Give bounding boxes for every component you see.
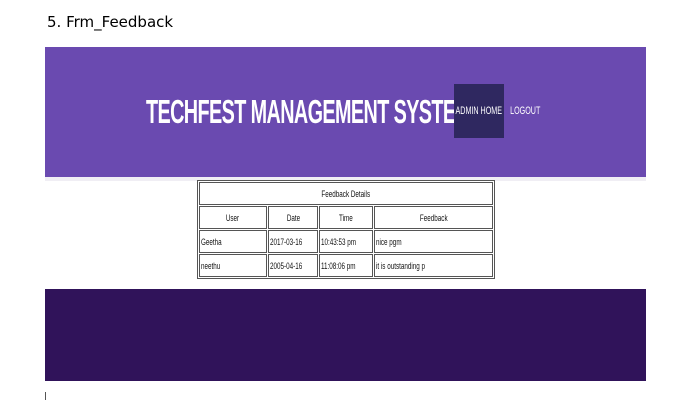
column-header-time-text: Time — [339, 212, 353, 223]
table-row: Geetha 2017-03-16 10:43:53 pm nice pgm — [199, 230, 493, 253]
feedback-table: Feedback Details User Date Time Feedback… — [197, 180, 495, 279]
cell-time-text: 10:43:53 pm — [321, 236, 357, 247]
cell-feedback: it is outstanding p — [374, 254, 493, 277]
table-row: neethu 2005-04-16 11:08:06 pm it is outs… — [199, 254, 493, 277]
column-header-time: Time — [319, 206, 374, 229]
table-header-row: User Date Time Feedback — [199, 206, 493, 229]
logout-link[interactable]: LOGOUT — [509, 84, 541, 138]
column-header-date: Date — [268, 206, 319, 229]
column-header-date-text: Date — [286, 212, 300, 223]
table-caption: Feedback Details — [199, 182, 493, 205]
cell-user: Geetha — [199, 230, 267, 253]
site-header: TECHFEST MANAGEMENT SYSTEM ADMIN HOME LO… — [45, 47, 646, 177]
cell-time: 10:43:53 pm — [319, 230, 374, 253]
cell-feedback-text: nice pgm — [376, 236, 402, 247]
cell-date: 2017-03-16 — [268, 230, 319, 253]
column-header-user: User — [199, 206, 267, 229]
admin-home-label: ADMIN HOME — [455, 105, 503, 117]
table-caption-row: Feedback Details — [199, 182, 493, 205]
cell-feedback: nice pgm — [374, 230, 493, 253]
table-caption-text: Feedback Details — [321, 188, 371, 199]
column-header-feedback: Feedback — [374, 206, 493, 229]
cell-user-text: Geetha — [201, 236, 222, 247]
cell-feedback-text: it is outstanding p — [376, 260, 426, 271]
cell-time: 11:08:06 pm — [319, 254, 374, 277]
admin-home-button[interactable]: ADMIN HOME — [454, 84, 504, 138]
text-cursor — [45, 392, 46, 400]
cell-user-text: neethu — [201, 260, 221, 271]
document-heading: 5. Frm_Feedback — [47, 13, 174, 31]
cell-date: 2005-04-16 — [268, 254, 319, 277]
main-content: Feedback Details User Date Time Feedback… — [45, 177, 646, 289]
site-title: TECHFEST MANAGEMENT SYSTEM — [146, 93, 472, 130]
logout-label: LOGOUT — [509, 105, 541, 117]
cell-date-text: 2017-03-16 — [270, 236, 303, 247]
column-header-feedback-text: Feedback — [419, 212, 448, 223]
app-screenshot: TECHFEST MANAGEMENT SYSTEM ADMIN HOME LO… — [45, 47, 646, 381]
site-footer — [45, 289, 646, 381]
cell-date-text: 2005-04-16 — [270, 260, 303, 271]
column-header-user-text: User — [226, 212, 240, 223]
cell-time-text: 11:08:06 pm — [321, 260, 356, 271]
cell-user: neethu — [199, 254, 267, 277]
